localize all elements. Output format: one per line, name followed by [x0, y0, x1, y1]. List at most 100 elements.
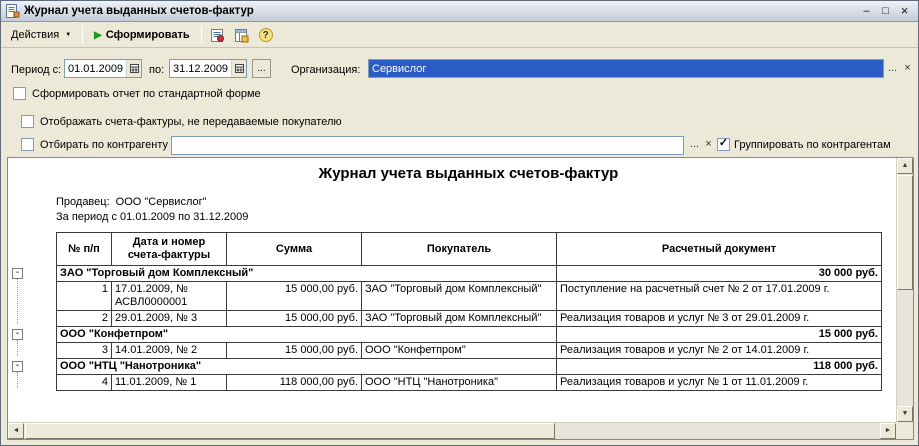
cell-num[interactable]: 4: [56, 374, 112, 391]
report-canvas: Журнал учета выданных счетов-фактур Прод…: [28, 158, 896, 422]
column-header-buyer[interactable]: Покупатель: [361, 232, 557, 266]
vertical-scrollbar[interactable]: ▲ ▼: [896, 158, 913, 422]
invoice-row[interactable]: 3 14.01.2009, № 2 15 000,00 руб. ООО "Конфе…: [56, 342, 882, 359]
toolbar: Действия ▼ ▶ Сформировать ?: [1, 23, 918, 48]
group-row[interactable]: ЗАО "Торговый дом Комплексный" 30 000 руб…: [56, 265, 882, 282]
cell-sum[interactable]: 118 000,00 руб.: [226, 374, 362, 391]
group-margin: - - -: [8, 158, 28, 422]
report-table-body: ЗАО "Торговый дом Комплексный" 30 000 руб…: [56, 265, 882, 391]
play-icon: ▶: [94, 29, 102, 41]
cell-doc[interactable]: Реализация товаров и услуг № 2 от 14.01.…: [556, 342, 882, 359]
organization-clear-button[interactable]: ×: [900, 61, 915, 76]
group-tree-line: [17, 278, 18, 324]
group-name-cell[interactable]: ООО "НТЦ "Нанотроника": [56, 358, 557, 375]
scrollbar-corner: [896, 422, 913, 439]
report-settings-button[interactable]: [207, 25, 229, 45]
period-to-input[interactable]: [170, 60, 231, 77]
actions-menu-button[interactable]: Действия ▼: [5, 25, 77, 45]
organization-field: [368, 59, 884, 78]
cell-num[interactable]: 2: [56, 310, 112, 327]
scroll-right-button[interactable]: ►: [880, 423, 896, 439]
cell-date[interactable]: 29.01.2009, № 3: [111, 310, 227, 327]
cell-buyer[interactable]: ООО "НТЦ "Нанотроника": [361, 374, 557, 391]
group-total-cell[interactable]: 118 000 руб.: [556, 358, 882, 375]
window-icon: [6, 4, 20, 18]
vertical-scroll-thumb[interactable]: [897, 175, 913, 290]
generate-label: Сформировать: [105, 29, 190, 41]
scroll-up-button[interactable]: ▲: [897, 158, 913, 174]
column-header-num[interactable]: № п/п: [56, 232, 112, 266]
invoice-row[interactable]: 1 17.01.2009, № АСВЛ0000001 15 000,00 руб.…: [56, 281, 882, 311]
contractor-select-button[interactable]: ...: [687, 137, 702, 152]
maximize-button[interactable]: □: [876, 3, 895, 19]
column-header-date[interactable]: Дата и номер счета-фактуры: [111, 232, 227, 266]
show-not-transferred-label: Отображать счета-фактуры, не передаваемы…: [40, 116, 342, 128]
table-header-row: № п/п Дата и номер счета-фактуры Сумма П…: [56, 232, 882, 266]
group-total-cell[interactable]: 30 000 руб.: [556, 265, 882, 282]
seller-line: Продавец: ООО "Сервислог": [56, 195, 896, 210]
cell-sum[interactable]: 15 000,00 руб.: [226, 310, 362, 327]
period-line: За период с 01.01.2009 по 31.12.2009: [56, 211, 249, 223]
cell-buyer[interactable]: ЗАО "Торговый дом Комплексный": [361, 310, 557, 327]
cell-doc[interactable]: Реализация товаров и услуг № 1 от 11.01.…: [556, 374, 882, 391]
help-icon: ?: [258, 28, 273, 42]
organization-input[interactable]: [369, 60, 883, 77]
group-name-cell[interactable]: ООО "Конфетпром": [56, 326, 557, 343]
cell-date[interactable]: 11.01.2009, № 1: [111, 374, 227, 391]
cell-date[interactable]: 14.01.2009, № 2: [111, 342, 227, 359]
organization-label: Организация:: [291, 64, 361, 76]
cell-sum[interactable]: 15 000,00 руб.: [226, 342, 362, 359]
group-row[interactable]: ООО "НТЦ "Нанотроника" 118 000 руб.: [56, 358, 882, 375]
calendar-button[interactable]: [126, 60, 141, 77]
window-title: Журнал учета выданных счетов-фактур: [24, 5, 254, 17]
period-from-input[interactable]: [65, 60, 126, 77]
cell-sum[interactable]: 15 000,00 руб.: [226, 281, 362, 311]
calendar-button[interactable]: [231, 60, 246, 77]
scroll-down-button[interactable]: ▼: [897, 406, 913, 422]
contractor-clear-button[interactable]: ×: [701, 137, 716, 152]
horizontal-scroll-thumb[interactable]: [25, 423, 555, 439]
period-to-field: [169, 59, 247, 78]
standard-form-checkbox[interactable]: [13, 87, 26, 100]
collapse-group-button[interactable]: -: [12, 328, 23, 340]
cell-num[interactable]: 1: [56, 281, 112, 311]
close-button[interactable]: ×: [895, 3, 914, 19]
toolbar-separator: [82, 26, 84, 44]
column-header-doc[interactable]: Расчетный документ: [556, 232, 882, 266]
calendar-icon: [234, 64, 244, 73]
horizontal-scrollbar[interactable]: ◄ ►: [8, 422, 896, 439]
cell-buyer[interactable]: ЗАО "Торговый дом Комплексный": [361, 281, 557, 311]
contractor-input[interactable]: [172, 137, 683, 154]
group-by-contractor-label: Группировать по контрагентам: [734, 139, 891, 151]
show-not-transferred-checkbox[interactable]: [21, 115, 34, 128]
scroll-left-button[interactable]: ◄: [8, 423, 24, 439]
group-by-contractor-checkbox[interactable]: ✓: [717, 138, 730, 151]
minimize-button[interactable]: –: [857, 3, 876, 19]
collapse-group-button[interactable]: -: [12, 267, 23, 279]
report-panel: - - - Журнал учета выданных счетов-фактур …: [7, 157, 914, 440]
group-total-cell[interactable]: 15 000 руб.: [556, 326, 882, 343]
cell-doc[interactable]: Реализация товаров и услуг № 3 от 29.01.…: [556, 310, 882, 327]
group-name-cell[interactable]: ЗАО "Торговый дом Комплексный": [56, 265, 557, 282]
cell-buyer[interactable]: ООО "Конфетпром": [361, 342, 557, 359]
invoice-row[interactable]: 4 11.01.2009, № 1 118 000,00 руб. ООО "НТЦ …: [56, 374, 882, 391]
checkmark-icon: ✓: [718, 137, 729, 149]
report-settings-icon: [211, 28, 225, 42]
chevron-down-icon: ▼: [65, 32, 72, 38]
collapse-group-button[interactable]: -: [12, 360, 23, 372]
period-settings-button[interactable]: ...: [252, 59, 271, 78]
help-button[interactable]: ?: [255, 25, 277, 45]
organization-select-button[interactable]: ...: [885, 61, 900, 76]
group-tree-line: [17, 339, 18, 356]
generate-report-button[interactable]: ▶ Сформировать: [88, 25, 196, 45]
group-row[interactable]: ООО "Конфетпром" 15 000 руб.: [56, 326, 882, 343]
cell-date[interactable]: 17.01.2009, № АСВЛ0000001: [111, 281, 227, 311]
invoice-row[interactable]: 2 29.01.2009, № 3 15 000,00 руб. ЗАО "Торго…: [56, 310, 882, 327]
cell-doc[interactable]: Поступление на расчетный счет № 2 от 17.…: [556, 281, 882, 311]
contractor-field: [171, 136, 684, 155]
filter-by-contractor-checkbox[interactable]: [21, 138, 34, 151]
actions-label: Действия: [11, 29, 60, 41]
cell-num[interactable]: 3: [56, 342, 112, 359]
report-variants-button[interactable]: [231, 25, 253, 45]
column-header-sum[interactable]: Сумма: [226, 232, 362, 266]
